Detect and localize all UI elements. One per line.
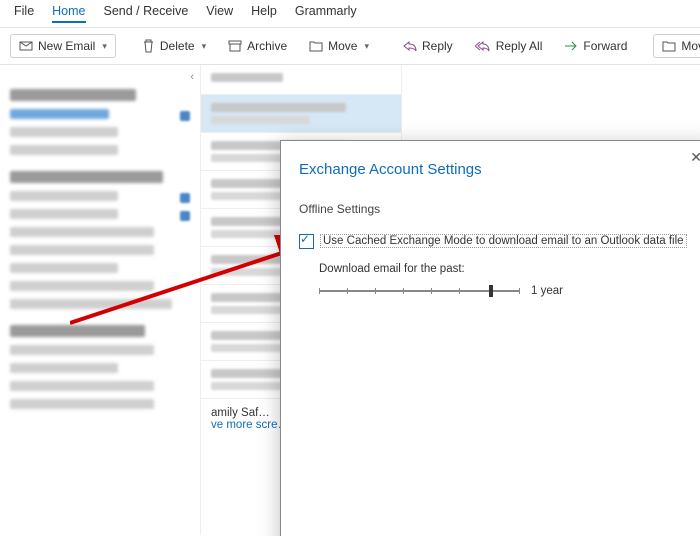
- delete-label: Delete: [160, 39, 195, 53]
- folder-item[interactable]: [10, 381, 154, 391]
- archive-label: Archive: [247, 39, 287, 53]
- folder-icon: [662, 40, 676, 52]
- reply-all-button[interactable]: Reply All: [467, 35, 551, 57]
- folder-item[interactable]: [10, 209, 118, 219]
- folder-item[interactable]: [10, 109, 109, 119]
- folder-item[interactable]: [10, 263, 118, 273]
- folder-item[interactable]: [10, 191, 118, 201]
- folder-arrow-icon: [309, 40, 323, 52]
- menu-home[interactable]: Home: [52, 4, 85, 23]
- menu-bar: File Home Send / Receive View Help Gramm…: [0, 0, 700, 28]
- message-item[interactable]: [201, 95, 401, 133]
- folder-item[interactable]: [10, 227, 154, 237]
- menu-grammarly[interactable]: Grammarly: [295, 4, 357, 23]
- chevron-down-icon[interactable]: ▾: [364, 41, 369, 52]
- folder-item[interactable]: [10, 345, 154, 355]
- cached-mode-label: Use Cached Exchange Mode to download ema…: [320, 234, 687, 248]
- archive-icon: [228, 40, 242, 52]
- trash-icon: [142, 39, 155, 53]
- chevron-down-icon[interactable]: ▾: [202, 41, 207, 52]
- move-button[interactable]: Move ▾: [301, 35, 377, 57]
- download-range-slider[interactable]: [319, 290, 519, 292]
- menu-file[interactable]: File: [14, 4, 34, 23]
- new-email-button[interactable]: New Email ▾: [10, 34, 116, 58]
- folder-item[interactable]: [10, 399, 154, 409]
- slider-thumb[interactable]: [489, 285, 493, 297]
- archive-button[interactable]: Archive: [220, 35, 295, 57]
- download-past-label: Download email for the past:: [319, 263, 694, 275]
- move-to-folder-button[interactable]: Move to folder: [653, 34, 700, 58]
- collapse-icon[interactable]: ‹: [190, 71, 194, 83]
- reply-button[interactable]: Reply: [395, 35, 461, 57]
- chevron-down-icon[interactable]: ▾: [102, 41, 107, 52]
- section-heading: Offline Settings: [299, 202, 694, 216]
- new-email-label: New Email: [38, 39, 95, 53]
- forward-label: Forward: [583, 39, 627, 53]
- delete-button[interactable]: Delete ▾: [134, 35, 214, 57]
- reply-all-label: Reply All: [496, 39, 543, 53]
- slider-value: 1 year: [531, 285, 563, 297]
- folder-item[interactable]: [10, 245, 154, 255]
- folder-item[interactable]: [10, 299, 172, 309]
- folder-item[interactable]: [10, 127, 118, 137]
- move-to-folder-label: Move to folder: [681, 39, 700, 53]
- folder-item[interactable]: [10, 145, 118, 155]
- mail-icon: [19, 39, 33, 53]
- cached-mode-checkbox[interactable]: [299, 234, 314, 249]
- menu-send-receive[interactable]: Send / Receive: [104, 4, 189, 23]
- forward-icon: [564, 40, 578, 52]
- folder-pane: ‹: [0, 65, 201, 535]
- move-label: Move: [328, 39, 357, 53]
- account-header[interactable]: [10, 89, 136, 101]
- dialog-title: Exchange Account Settings: [299, 161, 694, 178]
- reply-icon: [403, 40, 417, 52]
- reply-all-icon: [475, 40, 491, 52]
- exchange-settings-dialog: ✕ Exchange Account Settings Offline Sett…: [280, 140, 700, 536]
- close-icon[interactable]: ✕: [690, 149, 700, 166]
- list-header[interactable]: [201, 65, 401, 95]
- menu-help[interactable]: Help: [251, 4, 277, 23]
- account-header[interactable]: [10, 171, 163, 183]
- account-header[interactable]: [10, 325, 145, 337]
- reply-label: Reply: [422, 39, 453, 53]
- folder-item[interactable]: [10, 363, 118, 373]
- menu-view[interactable]: View: [206, 4, 233, 23]
- ribbon-toolbar: New Email ▾ Delete ▾ Archive Move ▾ Reply R…: [0, 28, 700, 65]
- forward-button[interactable]: Forward: [556, 35, 635, 57]
- folder-item[interactable]: [10, 281, 154, 291]
